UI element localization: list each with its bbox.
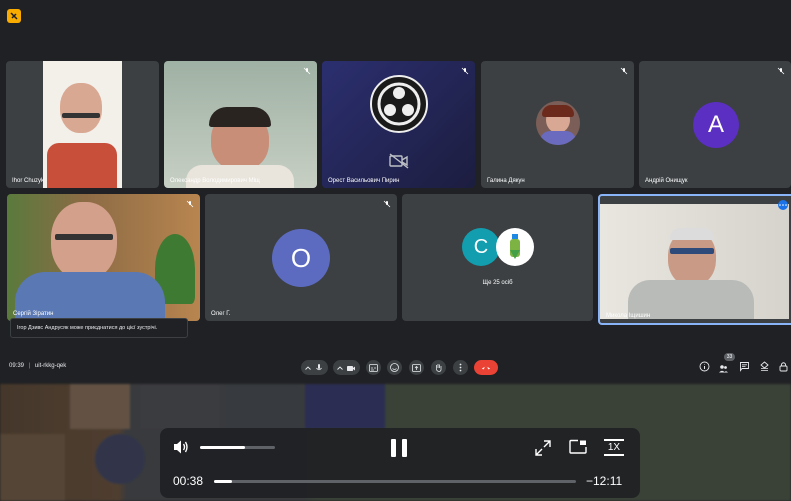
participant-tile-active[interactable]: Микола Іщишин (598, 194, 791, 325)
participant-tile-1[interactable]: Ihor Chuzyk (6, 61, 159, 188)
end-call-icon (482, 366, 490, 370)
app-badge-icon (7, 9, 21, 23)
captions-icon (369, 363, 378, 372)
mic-off-icon (186, 200, 194, 208)
more-participants-tile[interactable]: C Ще 25 осіб (402, 194, 593, 321)
emoji-icon (390, 363, 399, 372)
video-player-controls: 1X 00:38 −12:11 (160, 428, 640, 498)
participant-tile-3[interactable]: Орест Васильович Пирин (322, 61, 475, 188)
participant-name: Олександр Володимирович Міщ (170, 178, 260, 184)
people-icon (719, 365, 728, 373)
participant-video (43, 61, 122, 188)
participant-name: Олег Г. (211, 311, 231, 317)
reactions-button[interactable] (387, 360, 402, 375)
volume-level (200, 446, 245, 449)
present-screen-icon (412, 363, 421, 372)
participant-name: Сергій Зіратин (13, 311, 54, 317)
remaining-time: −12:11 (586, 474, 623, 488)
people-count-badge: 33 (724, 353, 735, 361)
participant-name: Галина Дякун (487, 178, 525, 184)
mic-off-icon (620, 67, 628, 75)
mic-off-icon (461, 67, 469, 75)
bottle-avatar-icon (496, 228, 534, 266)
participant-video (600, 204, 789, 319)
info-icon[interactable] (699, 361, 710, 372)
participant-avatar: A (693, 102, 739, 148)
chat-icon[interactable] (739, 361, 750, 372)
pause-icon[interactable] (388, 437, 410, 459)
playback-speed-button[interactable]: 1X (604, 439, 624, 456)
meeting-info: 09:39 | uit-rkkg-qek (9, 363, 66, 369)
host-controls-icon[interactable] (778, 361, 789, 372)
participant-name: Ihor Chuzyk (12, 178, 45, 184)
captions-button[interactable] (366, 360, 381, 375)
chevron-up-icon[interactable] (337, 365, 343, 370)
mic-button[interactable] (301, 360, 328, 375)
playback-speed-label: 1X (607, 442, 621, 453)
fullscreen-icon[interactable] (534, 439, 552, 457)
present-button[interactable] (409, 360, 424, 375)
join-notification: Iгор Дзивс Андрусяк може приєднатися до … (10, 318, 188, 338)
camera-icon (347, 365, 355, 371)
more-vert-icon (459, 363, 462, 372)
participant-tile-6[interactable]: Сергій Зіратин (7, 194, 200, 321)
people-button[interactable]: 33 (718, 353, 735, 373)
activities-icon[interactable] (759, 361, 770, 372)
leave-call-button[interactable] (474, 360, 498, 375)
picture-in-picture-icon[interactable] (569, 439, 587, 455)
participant-avatar: C (462, 228, 500, 266)
more-options-button[interactable] (453, 360, 468, 375)
notification-text: Iгор Дзивс Андрусяк може приєднатися до … (17, 325, 158, 331)
video-off-icon (389, 153, 409, 169)
participant-video (164, 61, 317, 188)
chevron-up-icon[interactable] (305, 365, 311, 370)
participant-avatar: O (272, 229, 330, 287)
mic-off-icon (777, 67, 785, 75)
participant-tile-5[interactable]: A Андрій Онищук (639, 61, 791, 188)
raise-hand-button[interactable] (431, 360, 446, 375)
meeting-separator: | (28, 363, 31, 369)
participant-tile-7[interactable]: O Олег Г. (205, 194, 397, 321)
meeting-time: 09:39 (9, 363, 25, 369)
participant-video (7, 194, 200, 321)
current-time: 00:38 (173, 474, 204, 488)
seek-progress (214, 480, 233, 483)
participant-avatar (536, 101, 580, 145)
hand-icon (436, 364, 442, 372)
more-options-icon[interactable] (778, 200, 788, 210)
participant-tile-2[interactable]: Олександр Володимирович Міщ (164, 61, 317, 188)
seek-bar[interactable] (214, 480, 576, 483)
participant-name: Орест Васильович Пирин (328, 178, 400, 184)
obs-logo-icon (370, 75, 428, 133)
meeting-code[interactable]: uit-rkkg-qek (35, 363, 66, 369)
participant-tile-4[interactable]: Галина Дякун (481, 61, 634, 188)
microphone-icon (316, 363, 322, 370)
camera-button[interactable] (333, 360, 360, 375)
mic-off-icon (303, 67, 311, 75)
more-participants-label: Ще 25 осіб (482, 280, 513, 286)
participant-name: Андрій Онищук (645, 178, 688, 184)
participant-name: Микола Іщишин (606, 313, 651, 319)
mic-off-icon (383, 200, 391, 208)
volume-slider[interactable] (200, 446, 275, 449)
volume-icon[interactable] (172, 439, 190, 455)
